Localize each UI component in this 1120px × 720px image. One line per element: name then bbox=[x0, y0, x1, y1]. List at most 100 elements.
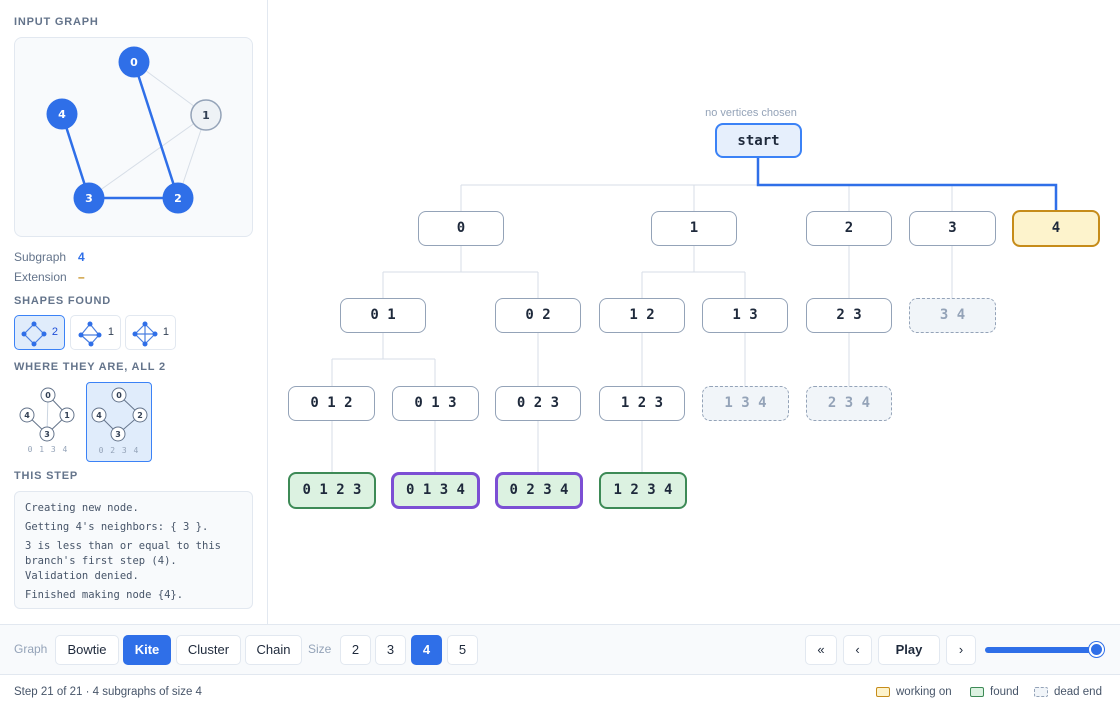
svg-text:3: 3 bbox=[115, 430, 121, 439]
tree-node-2-3-4[interactable]: 2 3 4 bbox=[806, 386, 892, 421]
step-log: Creating new node. Getting 4's neighbors… bbox=[14, 491, 253, 609]
tree-node-3-4[interactable]: 3 4 bbox=[909, 298, 996, 333]
shape-count: 2 bbox=[51, 326, 58, 338]
subgraph-row: Subgraph 4 bbox=[14, 250, 85, 264]
play-button[interactable]: Play bbox=[878, 635, 940, 665]
size-button-2[interactable]: 2 bbox=[340, 635, 371, 665]
svg-text:0: 0 bbox=[45, 391, 51, 400]
tree-node-0-1-2-3[interactable]: 0 1 2 3 bbox=[288, 472, 376, 509]
legend-label: found bbox=[990, 686, 1019, 698]
svg-text:1: 1 bbox=[64, 411, 70, 420]
size-button-5[interactable]: 5 bbox=[447, 635, 478, 665]
tree-node-4[interactable]: 4 bbox=[1012, 210, 1100, 247]
where-title: WHERE THEY ARE, ALL 2 bbox=[14, 361, 166, 373]
extension-label: Extension bbox=[14, 270, 67, 284]
tree-node-0-2[interactable]: 0 2 bbox=[495, 298, 581, 333]
extension-value: – bbox=[78, 270, 85, 284]
graph-vertex-3[interactable]: 3 bbox=[73, 182, 105, 214]
input-graph-title: INPUT GRAPH bbox=[14, 16, 99, 28]
tree-node-1-3[interactable]: 1 3 bbox=[702, 298, 788, 333]
size-button-4[interactable]: 4 bbox=[411, 635, 442, 665]
search-tree: no vertices chosen start 0 1 2 3 4 0 1 0… bbox=[268, 0, 1120, 624]
prev-step-button[interactable]: ‹ bbox=[843, 635, 872, 665]
svg-text:3: 3 bbox=[85, 192, 93, 205]
control-bar: Graph Bowtie Kite Cluster Chain Size 2 3… bbox=[0, 624, 1120, 675]
tree-node-2-3[interactable]: 2 3 bbox=[806, 298, 892, 333]
size-button-3[interactable]: 3 bbox=[375, 635, 406, 665]
slider-thumb[interactable] bbox=[1089, 642, 1104, 657]
step-line: Finished making node {4}. bbox=[25, 589, 184, 601]
step-slider[interactable] bbox=[985, 642, 1104, 657]
svg-text:1: 1 bbox=[202, 109, 210, 122]
svg-text:2: 2 bbox=[174, 192, 182, 205]
graph-edge-1-3 bbox=[88, 114, 207, 199]
tree-node-1-2-3[interactable]: 1 2 3 bbox=[599, 386, 685, 421]
shapes-found-title: SHAPES FOUND bbox=[14, 295, 111, 307]
graph-button-cluster[interactable]: Cluster bbox=[176, 635, 241, 665]
svg-text:2: 2 bbox=[137, 411, 143, 420]
tree-node-0-2-3[interactable]: 0 2 3 bbox=[495, 386, 581, 421]
step-line: Creating new node. bbox=[25, 502, 139, 514]
svg-text:4: 4 bbox=[58, 108, 66, 121]
next-step-button[interactable]: › bbox=[946, 635, 976, 665]
shape-button-paw[interactable]: 1 bbox=[70, 315, 121, 350]
occurrence-0-1-3-4[interactable]: 0 1 3 4 0 1 3 4 bbox=[15, 382, 81, 462]
first-step-button[interactable]: « bbox=[805, 635, 837, 665]
tree-node-1[interactable]: 1 bbox=[651, 211, 737, 246]
shape-button-kite[interactable]: 2 bbox=[14, 315, 65, 350]
occurrence-label: 0 1 3 4 bbox=[27, 445, 69, 454]
extension-row: Extension – bbox=[14, 270, 85, 284]
graph-vertex-4[interactable]: 4 bbox=[46, 98, 78, 130]
active-path bbox=[756, 158, 1058, 211]
sidebar: INPUT GRAPH 0 1 2 3 4 Subgraph 4 Extensi… bbox=[0, 0, 268, 624]
tree-node-2[interactable]: 2 bbox=[806, 211, 892, 246]
step-line: Validation denied. bbox=[25, 570, 139, 582]
input-graph-panel: 0 1 2 3 4 bbox=[14, 37, 253, 237]
tree-node-3[interactable]: 3 bbox=[909, 211, 996, 246]
legend-label: dead end bbox=[1054, 686, 1102, 698]
tree-node-1-2-3-4[interactable]: 1 2 3 4 bbox=[599, 472, 687, 509]
legend-label: working on bbox=[896, 686, 952, 698]
legend-swatch bbox=[876, 687, 890, 697]
status-text: Step 21 of 21 · 4 subgraphs of size 4 bbox=[14, 686, 202, 698]
tree-node-0-1-3-4[interactable]: 0 1 3 4 bbox=[391, 472, 480, 509]
legend-swatch bbox=[970, 687, 984, 697]
graph-edge-0-2 bbox=[132, 61, 180, 199]
tree-node-0-2-3-4[interactable]: 0 2 3 4 bbox=[495, 472, 583, 509]
shape-count: 1 bbox=[162, 326, 169, 338]
status-bar: Step 21 of 21 · 4 subgraphs of size 4 wo… bbox=[0, 676, 1120, 720]
tree-node-start[interactable]: start bbox=[715, 123, 802, 158]
occurrence-0-2-3-4[interactable]: 0 2 3 4 0 2 3 4 bbox=[86, 382, 152, 462]
input-graph: 0 1 2 3 4 bbox=[46, 46, 222, 214]
diamond-icon bbox=[132, 321, 158, 347]
svg-text:0: 0 bbox=[130, 56, 138, 69]
subgraph-value: 4 bbox=[78, 250, 85, 264]
tree-node-0-1-3[interactable]: 0 1 3 bbox=[392, 386, 479, 421]
tree-node-0-1-2[interactable]: 0 1 2 bbox=[288, 386, 375, 421]
occurrence-graph: 0 2 3 4 bbox=[91, 387, 148, 442]
shape-count: 1 bbox=[107, 326, 114, 338]
shape-button-diamond[interactable]: 1 bbox=[125, 315, 176, 350]
svg-text:0: 0 bbox=[116, 391, 122, 400]
graph-label: Graph bbox=[14, 642, 48, 656]
graph-button-bowtie[interactable]: Bowtie bbox=[55, 635, 119, 665]
occurrence-graph: 0 1 3 4 bbox=[19, 387, 75, 442]
kite-icon bbox=[21, 321, 47, 347]
tree-node-0[interactable]: 0 bbox=[418, 211, 504, 246]
svg-text:3: 3 bbox=[44, 430, 50, 439]
graph-vertex-1[interactable]: 1 bbox=[190, 99, 222, 131]
legend-swatch bbox=[1034, 687, 1048, 697]
tree-node-1-2[interactable]: 1 2 bbox=[599, 298, 685, 333]
graph-vertex-0[interactable]: 0 bbox=[118, 46, 150, 78]
step-line: branch's first step (4). bbox=[25, 555, 177, 567]
graph-vertex-2[interactable]: 2 bbox=[162, 182, 194, 214]
step-line: 3 is less than or equal to this bbox=[25, 540, 221, 552]
size-label: Size bbox=[308, 642, 332, 656]
tree-node-1-3-4[interactable]: 1 3 4 bbox=[702, 386, 789, 421]
tree-node-0-1[interactable]: 0 1 bbox=[340, 298, 426, 333]
step-line: Getting 4's neighbors: { 3 }. bbox=[25, 521, 209, 533]
graph-button-chain[interactable]: Chain bbox=[245, 635, 302, 665]
graph-button-kite[interactable]: Kite bbox=[123, 635, 171, 665]
svg-text:4: 4 bbox=[96, 411, 102, 420]
occurrence-label: 0 2 3 4 bbox=[98, 446, 140, 455]
